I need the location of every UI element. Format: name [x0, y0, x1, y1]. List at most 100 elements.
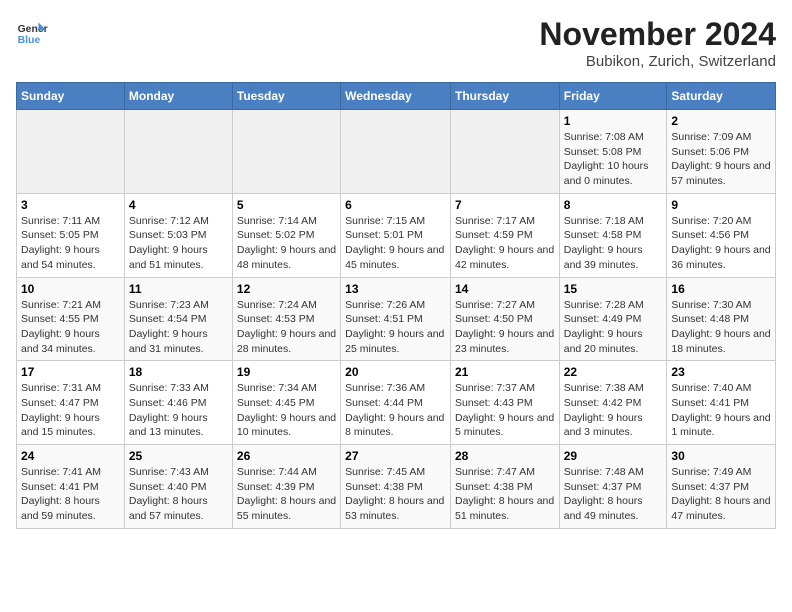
day-info: Sunrise: 7:37 AM Sunset: 4:43 PM Dayligh…: [455, 381, 555, 440]
day-info: Sunrise: 7:14 AM Sunset: 5:02 PM Dayligh…: [237, 214, 336, 273]
calendar-week-row: 17 Sunrise: 7:31 AM Sunset: 4:47 PM Dayli…: [17, 361, 776, 445]
day-number: 13: [345, 282, 446, 296]
day-number: 30: [671, 449, 771, 463]
weekday-header: Tuesday: [232, 83, 340, 110]
day-info: Sunrise: 7:43 AM Sunset: 4:40 PM Dayligh…: [129, 465, 228, 524]
day-number: 14: [455, 282, 555, 296]
calendar-cell: 4Sunrise: 7:12 AM Sunset: 5:03 PM Daylig…: [124, 193, 232, 277]
day-info: Sunrise: 7:18 AM Sunset: 4:58 PM Dayligh…: [564, 214, 663, 273]
calendar-cell: 20 Sunrise: 7:36 AM Sunset: 4:44 PM Dayli…: [341, 361, 451, 445]
calendar-cell: 15 Sunrise: 7:28 AM Sunset: 4:49 PM Dayli…: [559, 277, 667, 361]
day-number: 9: [671, 198, 771, 212]
calendar-cell: 26 Sunrise: 7:44 AM Sunset: 4:39 PM Dayli…: [232, 445, 340, 529]
calendar-week-row: 3Sunrise: 7:11 AM Sunset: 5:05 PM Daylig…: [17, 193, 776, 277]
day-info: Sunrise: 7:47 AM Sunset: 4:38 PM Dayligh…: [455, 465, 555, 524]
title-block: November 2024 Bubikon, Zurich, Switzerla…: [539, 16, 776, 70]
calendar-header-row: SundayMondayTuesdayWednesdayThursdayFrid…: [17, 83, 776, 110]
calendar-cell: 25 Sunrise: 7:43 AM Sunset: 4:40 PM Dayli…: [124, 445, 232, 529]
day-number: 24: [21, 449, 120, 463]
day-info: Sunrise: 7:30 AM Sunset: 4:48 PM Dayligh…: [671, 298, 771, 357]
day-number: 29: [564, 449, 663, 463]
location-subtitle: Bubikon, Zurich, Switzerland: [539, 53, 776, 70]
day-number: 7: [455, 198, 555, 212]
day-number: 21: [455, 365, 555, 379]
calendar-cell: 9 Sunrise: 7:20 AM Sunset: 4:56 PM Daylig…: [667, 193, 776, 277]
calendar-cell: 21 Sunrise: 7:37 AM Sunset: 4:43 PM Dayli…: [450, 361, 559, 445]
calendar-cell: 18 Sunrise: 7:33 AM Sunset: 4:46 PM Dayli…: [124, 361, 232, 445]
day-info: Sunrise: 7:12 AM Sunset: 5:03 PM Dayligh…: [129, 214, 228, 273]
calendar-cell: 11Sunrise: 7:23 AM Sunset: 4:54 PM Dayli…: [124, 277, 232, 361]
weekday-header: Monday: [124, 83, 232, 110]
day-number: 12: [237, 282, 336, 296]
day-info: Sunrise: 7:31 AM Sunset: 4:47 PM Dayligh…: [21, 381, 120, 440]
day-number: 11: [129, 282, 228, 296]
calendar-cell: 12 Sunrise: 7:24 AM Sunset: 4:53 PM Dayli…: [232, 277, 340, 361]
day-number: 28: [455, 449, 555, 463]
day-info: Sunrise: 7:24 AM Sunset: 4:53 PM Dayligh…: [237, 298, 336, 357]
calendar-cell: [341, 110, 451, 194]
day-info: Sunrise: 7:36 AM Sunset: 4:44 PM Dayligh…: [345, 381, 446, 440]
day-number: 2: [671, 114, 771, 128]
day-number: 5: [237, 198, 336, 212]
weekday-header: Wednesday: [341, 83, 451, 110]
day-number: 8: [564, 198, 663, 212]
calendar-cell: 16Sunrise: 7:30 AM Sunset: 4:48 PM Dayli…: [667, 277, 776, 361]
day-info: Sunrise: 7:20 AM Sunset: 4:56 PM Dayligh…: [671, 214, 771, 273]
page-header: General Blue November 2024 Bubikon, Zuri…: [16, 16, 776, 70]
day-number: 15: [564, 282, 663, 296]
calendar-cell: 13 Sunrise: 7:26 AM Sunset: 4:51 PM Dayli…: [341, 277, 451, 361]
calendar-cell: 22 Sunrise: 7:38 AM Sunset: 4:42 PM Dayli…: [559, 361, 667, 445]
calendar-week-row: 1Sunrise: 7:08 AM Sunset: 5:08 PM Daylig…: [17, 110, 776, 194]
calendar-cell: 5 Sunrise: 7:14 AM Sunset: 5:02 PM Daylig…: [232, 193, 340, 277]
day-number: 26: [237, 449, 336, 463]
day-info: Sunrise: 7:21 AM Sunset: 4:55 PM Dayligh…: [21, 298, 120, 357]
calendar-cell: 6Sunrise: 7:15 AM Sunset: 5:01 PM Daylig…: [341, 193, 451, 277]
day-number: 17: [21, 365, 120, 379]
weekday-header: Saturday: [667, 83, 776, 110]
calendar-cell: 17 Sunrise: 7:31 AM Sunset: 4:47 PM Dayli…: [17, 361, 125, 445]
calendar-table: SundayMondayTuesdayWednesdayThursdayFrid…: [16, 82, 776, 529]
day-info: Sunrise: 7:28 AM Sunset: 4:49 PM Dayligh…: [564, 298, 663, 357]
day-number: 20: [345, 365, 446, 379]
calendar-cell: 3Sunrise: 7:11 AM Sunset: 5:05 PM Daylig…: [17, 193, 125, 277]
calendar-cell: 30 Sunrise: 7:49 AM Sunset: 4:37 PM Dayli…: [667, 445, 776, 529]
day-number: 18: [129, 365, 228, 379]
weekday-header: Thursday: [450, 83, 559, 110]
day-number: 19: [237, 365, 336, 379]
calendar-cell: 1Sunrise: 7:08 AM Sunset: 5:08 PM Daylig…: [559, 110, 667, 194]
day-info: Sunrise: 7:26 AM Sunset: 4:51 PM Dayligh…: [345, 298, 446, 357]
day-info: Sunrise: 7:48 AM Sunset: 4:37 PM Dayligh…: [564, 465, 663, 524]
day-number: 23: [671, 365, 771, 379]
logo: General Blue: [16, 16, 48, 48]
calendar-cell: 8 Sunrise: 7:18 AM Sunset: 4:58 PM Daylig…: [559, 193, 667, 277]
day-info: Sunrise: 7:09 AM Sunset: 5:06 PM Dayligh…: [671, 130, 771, 189]
calendar-week-row: 10 Sunrise: 7:21 AM Sunset: 4:55 PM Dayli…: [17, 277, 776, 361]
calendar-cell: 24 Sunrise: 7:41 AM Sunset: 4:41 PM Dayli…: [17, 445, 125, 529]
calendar-cell: 7 Sunrise: 7:17 AM Sunset: 4:59 PM Daylig…: [450, 193, 559, 277]
day-number: 22: [564, 365, 663, 379]
calendar-cell: 28 Sunrise: 7:47 AM Sunset: 4:38 PM Dayli…: [450, 445, 559, 529]
day-number: 25: [129, 449, 228, 463]
logo-icon: General Blue: [16, 16, 48, 48]
day-info: Sunrise: 7:38 AM Sunset: 4:42 PM Dayligh…: [564, 381, 663, 440]
day-info: Sunrise: 7:44 AM Sunset: 4:39 PM Dayligh…: [237, 465, 336, 524]
day-info: Sunrise: 7:45 AM Sunset: 4:38 PM Dayligh…: [345, 465, 446, 524]
calendar-cell: [232, 110, 340, 194]
month-title: November 2024: [539, 16, 776, 53]
day-number: 10: [21, 282, 120, 296]
calendar-cell: [124, 110, 232, 194]
calendar-cell: [17, 110, 125, 194]
calendar-week-row: 24 Sunrise: 7:41 AM Sunset: 4:41 PM Dayli…: [17, 445, 776, 529]
calendar-cell: 2 Sunrise: 7:09 AM Sunset: 5:06 PM Daylig…: [667, 110, 776, 194]
calendar-cell: 23Sunrise: 7:40 AM Sunset: 4:41 PM Dayli…: [667, 361, 776, 445]
calendar-cell: 29 Sunrise: 7:48 AM Sunset: 4:37 PM Dayli…: [559, 445, 667, 529]
svg-text:Blue: Blue: [18, 35, 41, 46]
day-info: Sunrise: 7:17 AM Sunset: 4:59 PM Dayligh…: [455, 214, 555, 273]
day-info: Sunrise: 7:41 AM Sunset: 4:41 PM Dayligh…: [21, 465, 120, 524]
day-info: Sunrise: 7:34 AM Sunset: 4:45 PM Dayligh…: [237, 381, 336, 440]
calendar-cell: 10 Sunrise: 7:21 AM Sunset: 4:55 PM Dayli…: [17, 277, 125, 361]
calendar-cell: [450, 110, 559, 194]
day-info: Sunrise: 7:33 AM Sunset: 4:46 PM Dayligh…: [129, 381, 228, 440]
day-number: 1: [564, 114, 663, 128]
day-info: Sunrise: 7:49 AM Sunset: 4:37 PM Dayligh…: [671, 465, 771, 524]
